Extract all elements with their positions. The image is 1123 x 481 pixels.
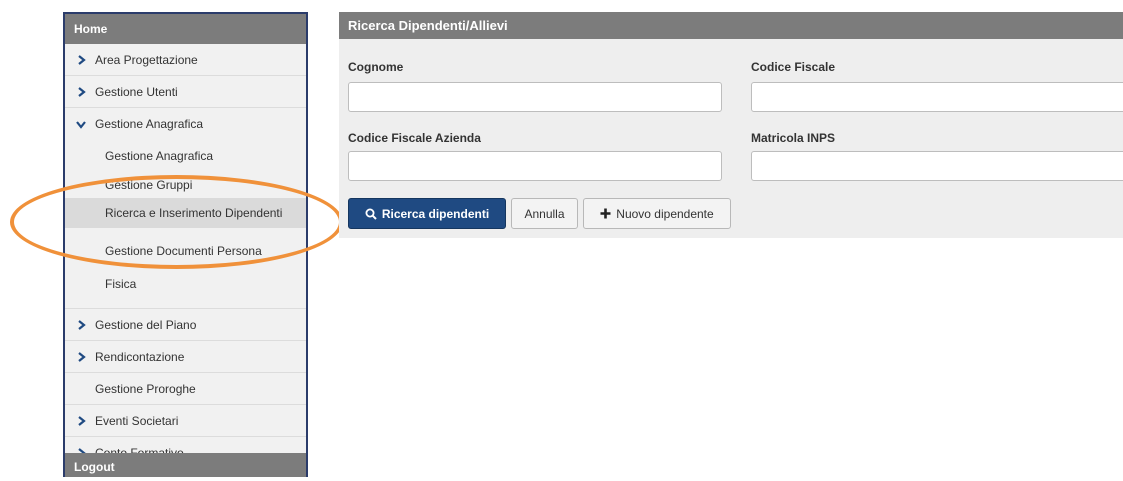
cancel-button[interactable]: Annulla <box>511 198 578 229</box>
sidebar-item-rendicontazione[interactable]: Rendicontazione <box>65 341 306 373</box>
sidebar-menu: Home Area Progettazione Gestione Utenti … <box>63 12 308 477</box>
codice-fiscale-azienda-input[interactable] <box>348 151 722 181</box>
codice-fiscale-input[interactable] <box>751 82 1123 112</box>
sidebar-item-label: Area Progettazione <box>95 53 198 67</box>
codice-fiscale-label: Codice Fiscale <box>751 60 836 74</box>
sidebar-item-label: Gestione del Piano <box>95 318 197 332</box>
plus-icon <box>600 208 611 219</box>
search-employees-label: Ricerca dipendenti <box>381 206 490 221</box>
search-icon <box>365 208 377 220</box>
sidebar-item-label: Gestione Anagrafica <box>95 117 204 131</box>
sidebar-item-eventi-societari[interactable]: Eventi Societari <box>65 405 306 437</box>
sidebar-item-gestione-del-piano[interactable]: Gestione del Piano <box>65 309 306 341</box>
search-employees-button[interactable]: Ricerca dipendenti <box>348 198 506 229</box>
chevron-right-icon <box>75 309 87 341</box>
new-employee-label: Nuovo dipendente <box>616 206 714 221</box>
sidebar-subitem-label: Gestione Gruppi <box>105 178 193 192</box>
sidebar-subitem-label: Gestione Anagrafica <box>105 149 214 163</box>
sidebar-item-gestione-utenti[interactable]: Gestione Utenti <box>65 76 306 108</box>
sidebar-item-label: Rendicontazione <box>95 350 185 364</box>
matricola-inps-input[interactable] <box>751 151 1123 181</box>
sidebar-subitem-ricerca-inserimento-dipendenti[interactable]: Ricerca e Inserimento Dipendenti <box>65 198 306 228</box>
panel-title: Ricerca Dipendenti/Allievi <box>339 12 1123 39</box>
sidebar-item-gestione-proroghe[interactable]: Gestione Proroghe <box>65 373 306 405</box>
chevron-right-icon <box>75 341 87 373</box>
sidebar-subitem-gestione-anagrafica[interactable]: Gestione Anagrafica <box>65 140 306 172</box>
cancel-label: Annulla <box>524 206 565 221</box>
sidebar-subitem-gestione-documenti-persona-fisica[interactable]: Gestione Documenti Persona Fisica <box>65 228 306 309</box>
sidebar-logout[interactable]: Logout <box>65 453 306 477</box>
sidebar-subitem-label: Ricerca e Inserimento Dipendenti <box>105 206 283 220</box>
new-employee-button[interactable]: Nuovo dipendente <box>583 198 731 229</box>
sidebar-subitem-gestione-gruppi[interactable]: Gestione Gruppi <box>65 172 306 198</box>
chevron-down-icon <box>75 108 87 140</box>
sidebar-home-header[interactable]: Home <box>65 14 306 44</box>
chevron-right-icon <box>75 405 87 437</box>
search-panel: Ricerca Dipendenti/Allievi Cognome Codic… <box>339 12 1123 238</box>
sidebar-item-gestione-anagrafica[interactable]: Gestione Anagrafica <box>65 108 306 140</box>
sidebar-item-area-progettazione[interactable]: Area Progettazione <box>65 44 306 76</box>
codice-fiscale-azienda-label: Codice Fiscale Azienda <box>348 131 481 145</box>
sidebar-item-label: Gestione Utenti <box>95 85 178 99</box>
matricola-inps-label: Matricola INPS <box>751 131 836 145</box>
cognome-input[interactable] <box>348 82 722 112</box>
sidebar-item-label: Gestione Proroghe <box>95 382 196 396</box>
sidebar-subitem-label: Gestione Documenti Persona Fisica <box>105 244 262 291</box>
cognome-label: Cognome <box>348 60 404 74</box>
chevron-right-icon <box>75 44 87 76</box>
chevron-right-icon <box>75 76 87 108</box>
sidebar-item-label: Eventi Societari <box>95 414 179 428</box>
